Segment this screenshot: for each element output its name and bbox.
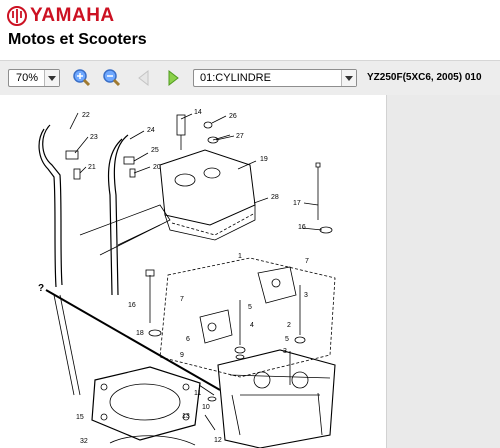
chevron-down-icon <box>44 70 59 86</box>
brand-name: YAMAHA <box>30 5 115 26</box>
page-subtitle: Motos et Scooters <box>8 31 147 48</box>
chevron-down-icon <box>341 70 356 86</box>
callout-3-bottom[interactable]: 3 <box>283 348 287 355</box>
tuning-fork-emblem-icon <box>7 6 27 26</box>
callout-2[interactable]: 2 <box>287 322 291 329</box>
callout-15[interactable]: 15 <box>76 414 84 421</box>
callout-5-top[interactable]: 5 <box>248 304 252 311</box>
yamaha-logo[interactable]: YAMAHA <box>7 6 115 26</box>
zoom-value: 70% <box>16 72 39 84</box>
callout-11[interactable]: 11 <box>194 390 201 397</box>
callout-22[interactable]: 22 <box>82 112 90 119</box>
callout-16-right[interactable]: 16 <box>298 224 306 231</box>
callout-16-left[interactable]: 16 <box>128 302 136 309</box>
callout-6[interactable]: 6 <box>186 336 190 343</box>
callout-19[interactable]: 19 <box>260 156 268 163</box>
callout-13[interactable]: 13 <box>182 413 190 420</box>
callout-9[interactable]: 9 <box>180 352 184 359</box>
callout-17[interactable]: 17 <box>293 200 301 207</box>
callout-26[interactable]: 26 <box>229 113 237 120</box>
callout-12[interactable]: 12 <box>214 437 222 444</box>
callout-21[interactable]: 21 <box>88 164 96 171</box>
callout-7-right[interactable]: 7 <box>305 258 309 265</box>
exploded-parts-diagram[interactable]: 22 23 21 24 25 20 14 26 27 19 28 17 16 7… <box>0 95 386 448</box>
callout-14[interactable]: 14 <box>194 109 202 116</box>
callout-3-top[interactable]: 3 <box>304 292 308 299</box>
callout-20[interactable]: 20 <box>153 164 161 171</box>
next-page-icon[interactable] <box>162 68 184 88</box>
callout-1[interactable]: 1 <box>238 253 242 260</box>
callout-5-bottom[interactable]: 5 <box>285 336 289 343</box>
unknown-part-marker[interactable]: ? <box>38 283 44 294</box>
chapter-select[interactable]: 01:CYLINDRE <box>193 69 357 87</box>
callout-27[interactable]: 27 <box>236 133 244 140</box>
callout-28[interactable]: 28 <box>271 194 279 201</box>
zoom-out-icon[interactable] <box>100 68 122 88</box>
zoom-in-icon[interactable] <box>70 68 92 88</box>
callout-23[interactable]: 23 <box>90 134 98 141</box>
model-label: YZ250F(5XC6, 2005) 010 <box>367 72 482 83</box>
callout-32[interactable]: 32 <box>80 438 88 445</box>
callout-25[interactable]: 25 <box>151 147 159 154</box>
callout-18[interactable]: 18 <box>136 330 144 337</box>
callout-10[interactable]: 10 <box>202 404 210 411</box>
viewer-toolbar: 70% 01:CYLINDRE YZ250F(5XC6, 2005) 010 <box>0 60 500 96</box>
callout-24[interactable]: 24 <box>147 127 155 134</box>
callout-7-left[interactable]: 7 <box>180 296 184 303</box>
header: YAMAHA Motos et Scooters <box>0 0 500 60</box>
side-panel <box>386 95 500 448</box>
callout-4[interactable]: 4 <box>250 322 254 329</box>
previous-page-icon[interactable] <box>133 68 155 88</box>
chapter-value: 01:CYLINDRE <box>200 72 271 84</box>
zoom-select[interactable]: 70% <box>8 69 60 87</box>
